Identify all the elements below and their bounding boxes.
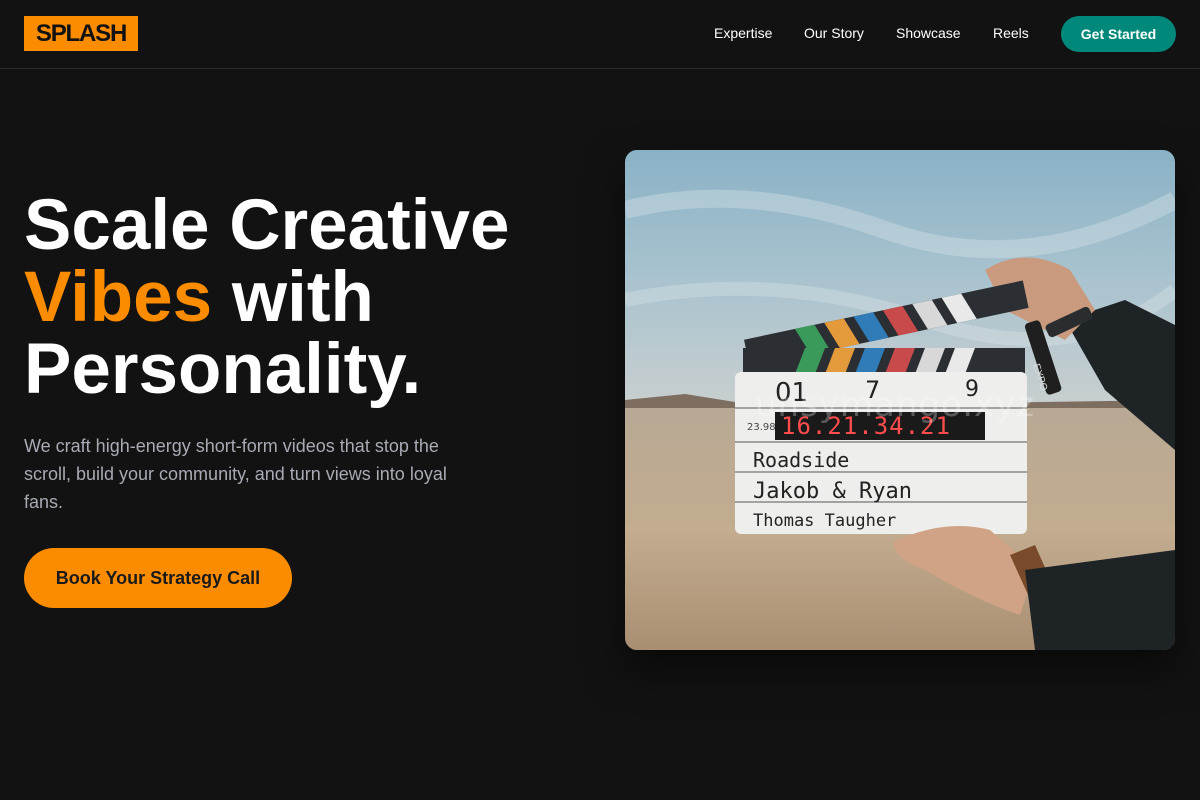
hero-description: We craft high-energy short-form videos t… — [24, 436, 447, 512]
logo[interactable]: SPLASH — [24, 16, 138, 51]
slate-production: Roadside — [753, 448, 849, 472]
hero-image-clapperboard: EXPO 01 7 9 23.98 16.21.34.21 Roadside J… — [625, 150, 1175, 650]
site-header: SPLASH Expertise Our Story Showcase Reel… — [0, 0, 1200, 69]
hero-title: Scale Creative Vibes with Personality. — [24, 190, 584, 406]
nav-expertise[interactable]: Expertise — [714, 25, 772, 41]
nav-reels[interactable]: Reels — [993, 25, 1029, 41]
image-watermark: unsymango.xyz — [755, 385, 1036, 425]
slate-director: Jakob & Ryan — [753, 479, 912, 504]
hero-title-line1: Scale Creative — [24, 186, 510, 265]
slate-camera: Thomas Taugher — [753, 511, 896, 531]
hero-title-accent: Vibes — [24, 258, 213, 337]
get-started-button[interactable]: Get Started — [1061, 16, 1176, 52]
hero-title-rest: with — [212, 258, 374, 337]
nav-our-story[interactable]: Our Story — [804, 25, 864, 41]
book-strategy-call-button[interactable]: Book Your Strategy Call — [24, 548, 292, 608]
hero-title-line3: Personality. — [24, 330, 422, 409]
nav-showcase[interactable]: Showcase — [896, 25, 961, 41]
